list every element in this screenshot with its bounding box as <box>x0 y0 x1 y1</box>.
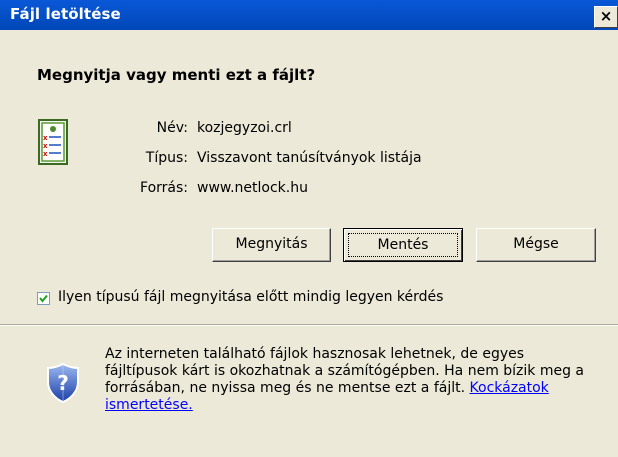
source-value: www.netlock.hu <box>197 180 308 196</box>
svg-text:x: x <box>43 150 48 158</box>
name-value: kozjegyzoi.crl <box>197 120 292 136</box>
save-button-label: Mentés <box>348 233 458 257</box>
always-ask-checkbox[interactable] <box>37 292 50 305</box>
type-value: Visszavont tanúsítványok listája <box>197 150 422 166</box>
certificate-revocation-list-icon: x x x <box>36 118 70 166</box>
cancel-button[interactable]: Mégse <box>476 228 596 262</box>
type-label: Típus: <box>145 150 188 166</box>
close-button[interactable]: × <box>594 6 618 28</box>
separator-highlight <box>0 325 618 326</box>
window-title: Fájl letöltése <box>10 5 121 23</box>
title-bar[interactable]: Fájl letöltése × <box>0 0 618 30</box>
always-ask-label[interactable]: Ilyen típusú fájl megnyitása előtt mindi… <box>58 289 443 305</box>
svg-text:?: ? <box>57 371 69 395</box>
dialog-question: Megnyitja vagy menti ezt a fájlt? <box>37 66 316 84</box>
save-button[interactable]: Mentés <box>343 228 463 262</box>
security-warning-text: Az interneten található fájlok hasznosak… <box>105 346 600 414</box>
name-label: Név: <box>156 120 188 136</box>
svg-text:x: x <box>43 142 48 150</box>
source-label: Forrás: <box>140 180 188 196</box>
svg-text:x: x <box>43 134 48 142</box>
checkmark-icon <box>39 294 48 303</box>
security-shield-question-icon: ? <box>46 362 80 404</box>
open-button[interactable]: Megnyitás <box>212 228 331 262</box>
